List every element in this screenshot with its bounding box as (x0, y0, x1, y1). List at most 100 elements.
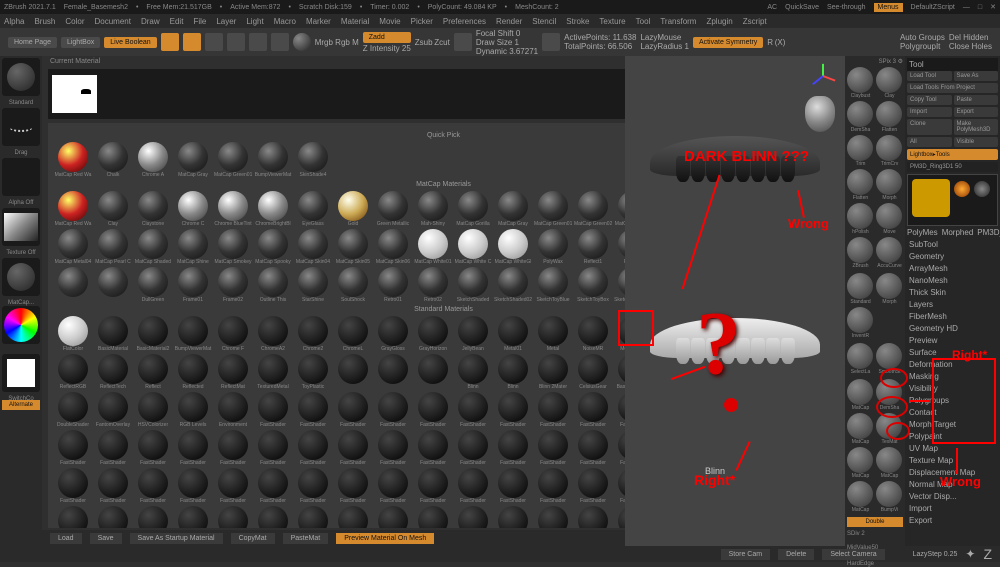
material-swatch[interactable]: GrayGloss (374, 316, 412, 352)
material-swatch[interactable]: FastShader (174, 430, 212, 466)
edit-mode-icon[interactable] (161, 33, 179, 51)
menu-alpha[interactable]: Alpha (4, 17, 24, 26)
switch-color[interactable]: SwitchCo (2, 354, 40, 392)
sculptris-icon[interactable] (293, 33, 311, 51)
material-swatch[interactable]: HSVColorizer (134, 392, 172, 428)
menu-macro[interactable]: Macro (274, 17, 296, 26)
material-swatch[interactable]: BasicMaterial (94, 316, 132, 352)
menu-material[interactable]: Material (341, 17, 369, 26)
menu-color[interactable]: Color (65, 17, 84, 26)
material-swatch[interactable] (54, 267, 92, 303)
material-swatch[interactable]: FastShader (54, 430, 92, 466)
lightbox-thumb[interactable] (52, 75, 97, 113)
material-swatch[interactable]: MatCap Gray (494, 191, 532, 227)
pastemat-button[interactable]: PasteMat (283, 533, 329, 544)
menu-brush[interactable]: Brush (34, 17, 55, 26)
material-swatch[interactable]: FastShader (494, 430, 532, 466)
material-swatch[interactable]: ReflectTech (94, 354, 132, 390)
material-swatch[interactable]: ChromeA2 (254, 316, 292, 352)
material-swatch[interactable]: ChromeBrightBl (254, 191, 292, 227)
material-swatch[interactable]: MatCap Smokey (214, 229, 252, 265)
draw-mode-icon[interactable] (183, 33, 201, 51)
material-swatch[interactable]: Clay (94, 191, 132, 227)
material-swatch[interactable]: FastShader (414, 468, 452, 504)
delete-button[interactable]: Delete (778, 549, 814, 560)
material-swatch[interactable]: MatCap Gorilla (454, 191, 492, 227)
material-swatch[interactable]: FastShader (454, 468, 492, 504)
material-swatch[interactable]: FastShader (214, 468, 252, 504)
material-swatch[interactable]: FastShader (374, 392, 412, 428)
material-swatch[interactable]: FastShader (494, 506, 532, 528)
material-swatch[interactable]: JellyBean (454, 316, 492, 352)
nav-axis-icon[interactable] (809, 62, 837, 90)
menu-draw[interactable]: Draw (141, 17, 160, 26)
material-swatch[interactable]: BumpViewerMat (254, 142, 292, 178)
material-swatch[interactable]: FastShader (574, 392, 612, 428)
material-swatch[interactable]: MatCap Green01 (534, 191, 572, 227)
material-swatch[interactable]: FastShader (454, 430, 492, 466)
menu-preferences[interactable]: Preferences (443, 17, 486, 26)
material-swatch[interactable]: MatCap Skin06 (374, 229, 412, 265)
scale-mode-icon[interactable] (227, 33, 245, 51)
material-swatch[interactable]: FastShader (214, 506, 252, 528)
material-swatch[interactable]: Reflect (134, 354, 172, 390)
nav-head-icon[interactable] (805, 96, 835, 132)
material-swatch[interactable]: CelsiusGear (574, 354, 612, 390)
menu-render[interactable]: Render (496, 17, 522, 26)
material-swatch[interactable]: MatCap Red Wa (54, 142, 92, 178)
export-button[interactable]: Export (954, 107, 999, 117)
preview-button[interactable]: Preview Material On Mesh (336, 533, 434, 544)
material-swatch[interactable]: FastShader (574, 430, 612, 466)
startup-button[interactable]: Save As Startup Material (130, 533, 223, 544)
material-swatch[interactable]: FastShader (134, 430, 172, 466)
material-swatch[interactable]: BumpViewerMat (174, 316, 212, 352)
material-swatch[interactable]: MatCap Gray (174, 142, 212, 178)
material-swatch[interactable]: ChromeL (334, 316, 372, 352)
saveas-button[interactable]: Save As (954, 71, 999, 81)
menu-movie[interactable]: Movie (379, 17, 400, 26)
material-swatch[interactable]: FastShader (334, 506, 372, 528)
menu-texture[interactable]: Texture (599, 17, 625, 26)
material-swatch[interactable]: FastShader (294, 506, 332, 528)
material-swatch[interactable]: FastShader (254, 468, 292, 504)
material-swatch[interactable]: Frame01 (174, 267, 212, 303)
material-swatch[interactable]: MatCap Skin05 (334, 229, 372, 265)
material-swatch[interactable]: FastShader (374, 506, 412, 528)
material-swatch[interactable]: FastShader (94, 506, 132, 528)
move-mode-icon[interactable] (205, 33, 223, 51)
material-swatch[interactable]: DullGreen (134, 267, 172, 303)
material-swatch[interactable]: StarShine (294, 267, 332, 303)
material-swatch[interactable]: FlatColor (54, 316, 92, 352)
menu-layer[interactable]: Layer (216, 17, 236, 26)
material-swatch[interactable]: FastShader (454, 392, 492, 428)
material-swatch[interactable]: FastShader (374, 430, 412, 466)
material-swatch[interactable]: Blinn 2Mater (534, 354, 572, 390)
material-swatch[interactable]: MatCap Spooky (254, 229, 292, 265)
material-swatch[interactable]: FastShader (214, 430, 252, 466)
material-swatch[interactable]: FastShader (254, 392, 292, 428)
material-swatch[interactable]: FastShader (334, 468, 372, 504)
maximize-icon[interactable]: □ (978, 4, 982, 11)
material-swatch[interactable]: FastShader (254, 430, 292, 466)
material-swatch[interactable]: FantomOverlay (94, 392, 132, 428)
material-swatch[interactable]: Chrome F (214, 316, 252, 352)
material-swatch[interactable]: EyeGlass (294, 191, 332, 227)
material-swatch[interactable]: SketchToyBox (574, 267, 612, 303)
menu-zplugin[interactable]: Zplugin (706, 17, 732, 26)
spray-icon[interactable]: ✦ (965, 547, 975, 561)
material-swatch[interactable]: FastShader (174, 506, 212, 528)
material-swatch[interactable]: FastShader (94, 468, 132, 504)
material-swatch[interactable]: FastShader (134, 506, 172, 528)
material-swatch[interactable]: FastShader (414, 430, 452, 466)
gizmo-icon[interactable] (271, 33, 289, 51)
material-swatch[interactable]: FastShader (454, 506, 492, 528)
loadtool-button[interactable]: Load Tool (907, 71, 952, 81)
material-swatch[interactable]: Reflected (174, 354, 212, 390)
home-tab[interactable]: Home Page (8, 37, 57, 48)
liveboolean-tab[interactable]: Live Boolean (104, 37, 156, 48)
menu-document[interactable]: Document (95, 17, 131, 26)
rotate-mode-icon[interactable] (249, 33, 267, 51)
material-swatch[interactable]: PolyWax (534, 229, 572, 265)
material-swatch[interactable]: SkinShade4 (294, 142, 332, 178)
brush-slot[interactable]: Standard (2, 58, 40, 96)
